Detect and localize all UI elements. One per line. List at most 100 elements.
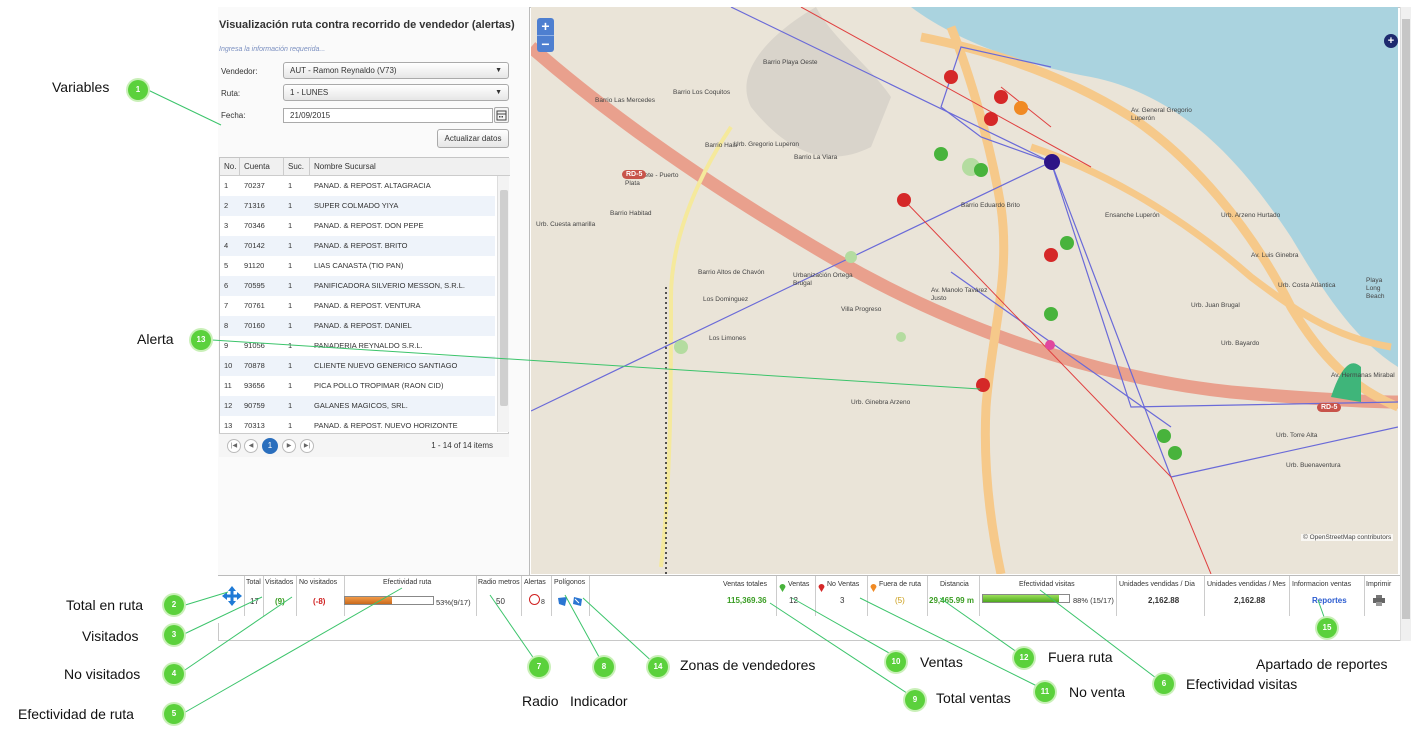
table-cell: PANAD. & REPOST. NUEVO HORIZONTE	[314, 421, 458, 430]
polygon-edit-icon[interactable]	[572, 594, 583, 606]
table-row[interactable]: 1 70237 1 PANAD. & REPOST. ALTAGRACIA	[220, 176, 495, 196]
table-row[interactable]: 10 70878 1 CLIENTE NUEVO GENERICO SANTIAGO	[220, 356, 495, 376]
table-row[interactable]: 13 70313 1 PANAD. & REPOST. NUEVO HORIZONTE	[220, 416, 495, 432]
table-cell: PANIFICADORA SILVERIO MESSON, S.R.L.	[314, 281, 466, 290]
table-row[interactable]: 2 71316 1 SUPER COLMADO YIYA	[220, 196, 495, 216]
reportes-link[interactable]: Reportes	[1312, 596, 1347, 605]
callout-badge: 10	[886, 652, 906, 672]
column-header[interactable]: Cuenta	[240, 158, 284, 176]
total-value: 17	[250, 597, 259, 606]
callout-badge: 2	[164, 595, 184, 615]
table-cell: 1	[288, 421, 293, 430]
table-row[interactable]: 7 70761 1 PANAD. & REPOST. VENTURA	[220, 296, 495, 316]
column-header[interactable]: No.	[220, 158, 240, 176]
unidades-mes-value: 2,162.88	[1234, 596, 1266, 605]
map-label: Los Dominguez	[703, 296, 749, 303]
table-row[interactable]: 5 91120 1 LIAS CANASTA (TIO PAN)	[220, 256, 495, 276]
table-cell: 70313	[244, 421, 265, 430]
calendar-icon[interactable]	[494, 107, 509, 123]
fecha-input[interactable]: 21/09/2015	[283, 108, 493, 123]
column-header[interactable]: Suc.	[284, 158, 310, 176]
callout-label: Efectividad visitas	[1186, 676, 1298, 692]
table-cell: 70142	[244, 241, 265, 250]
scrollbar-thumb[interactable]	[500, 190, 508, 406]
table-cell: 70761	[244, 301, 265, 310]
callout-badge: 7	[529, 657, 549, 677]
red-pin-icon	[818, 579, 825, 592]
table-cell: 1	[288, 321, 293, 330]
zoom-in-button[interactable]: +	[537, 18, 554, 35]
callout-label: Indicador	[570, 693, 628, 709]
page-number-button[interactable]: 1	[262, 438, 278, 454]
last-page-icon[interactable]: ▶|	[300, 439, 314, 453]
table-row[interactable]: 6 70595 1 PANIFICADORA SILVERIO MESSON, S.R…	[220, 276, 495, 296]
move-arrows-icon[interactable]	[221, 585, 243, 607]
table-cell: 13	[224, 421, 233, 430]
unidades-mes-label: Unidades vendidas / Mes	[1207, 581, 1286, 588]
map-view[interactable]: Barrio Playa Oeste Barrio Las Mercedes Bar…	[531, 7, 1398, 574]
fecha-label: Fecha:	[221, 111, 246, 120]
map-attribution[interactable]: © OpenStreetMap contributors	[1301, 534, 1394, 541]
alert-clock-icon[interactable]	[529, 594, 540, 605]
table-cell: 11	[224, 381, 232, 390]
next-page-icon[interactable]: ▶	[282, 439, 296, 453]
table-cell: PANAD. & REPOST. DANIEL	[314, 321, 412, 330]
print-icon[interactable]	[1373, 593, 1385, 606]
table-row[interactable]: 8 70160 1 PANAD. & REPOST. DANIEL	[220, 316, 495, 336]
map-label: Barrio Habitad	[610, 210, 652, 217]
table-cell: 2	[224, 201, 229, 210]
table-row[interactable]: 12 90759 1 GALANES MAGICOS, SRL.	[220, 396, 495, 416]
efectividad-ruta-label: Efectividad ruta	[383, 579, 432, 586]
callout-badge: 8	[594, 657, 614, 677]
table-cell: PANAD. & REPOST. VENTURA	[314, 301, 421, 310]
callout-badge: 3	[164, 625, 184, 645]
zoom-out-button[interactable]: −	[537, 35, 554, 52]
efectividad-ruta-value: 53%(9/17)	[436, 598, 471, 607]
update-data-button[interactable]: Actualizar datos	[437, 129, 509, 148]
column-header[interactable]: Nombre Sucursal	[310, 158, 510, 176]
table-cell: 70595	[244, 281, 265, 290]
table-row[interactable]: 3 70346 1 PANAD. & REPOST. DON PEPE	[220, 216, 495, 236]
zoom-control: + −	[537, 18, 554, 52]
callout-label: No venta	[1069, 684, 1126, 700]
first-page-icon[interactable]: |◀	[227, 439, 241, 453]
table-cell: 70878	[244, 361, 265, 370]
table-cell: 8	[224, 321, 229, 330]
distancia-label: Distancia	[940, 581, 969, 588]
green-pin-icon	[779, 579, 786, 592]
map-label: Urbanización Ortega Brugal	[793, 272, 853, 287]
visitados-value: (9)	[275, 597, 285, 606]
callout-badge: 9	[905, 690, 925, 710]
table-cell: SUPER COLMADO YIYA	[314, 201, 399, 210]
panel-title: Visualización ruta contra recorrido de v…	[219, 19, 515, 31]
scrollbar-thumb[interactable]	[1402, 19, 1410, 619]
table-row[interactable]: 11 93656 1 PICA POLLO TROPIMAR (RAON CID)	[220, 376, 495, 396]
map-label: Barrio Playa Oeste	[763, 59, 818, 66]
polygon-icon[interactable]	[557, 594, 568, 606]
layers-icon[interactable]: +	[1384, 34, 1398, 48]
ruta-label: Ruta:	[221, 89, 241, 98]
distancia-value: 29,465.99 m	[929, 596, 974, 605]
prev-page-icon[interactable]: ◀	[244, 439, 258, 453]
poligonos-label: Polígonos	[554, 579, 586, 586]
table-cell: GALANES MAGICOS, SRL.	[314, 401, 408, 410]
map-label: Urb. Ginebra Arzeno	[851, 399, 911, 406]
page-scrollbar[interactable]	[1400, 7, 1411, 641]
table-cell: 1	[288, 401, 293, 410]
callout-label: Total ventas	[936, 690, 1011, 706]
table-row[interactable]: 9 91056 1 PANADERIA REYNALDO S.R.L.	[220, 336, 495, 356]
alertas-label: Alertas	[524, 579, 546, 586]
status-bar: Total 17 Visitados (9) No visitados (-8)…	[218, 575, 1400, 623]
table-scrollbar[interactable]	[497, 176, 509, 432]
ruta-select[interactable]: 1 - LUNES ▼	[283, 84, 509, 101]
no-visitados-label: No visitados	[299, 579, 338, 586]
route-effectiveness-fill	[345, 597, 392, 604]
table-cell: 1	[224, 181, 229, 190]
vendedor-select[interactable]: AUT - Ramon Reynaldo (V73) ▼	[283, 62, 509, 79]
table-pager: |◀ ◀ 1 ▶ ▶| 1 - 14 of 14 items	[219, 433, 509, 457]
visit-effectiveness-fill	[983, 595, 1059, 602]
no-ventas-label: No Ventas	[827, 581, 860, 588]
table-cell: 1	[288, 221, 293, 230]
map-label: Barrio Haiti	[705, 142, 738, 149]
table-row[interactable]: 4 70142 1 PANAD. & REPOST. BRITO	[220, 236, 495, 256]
